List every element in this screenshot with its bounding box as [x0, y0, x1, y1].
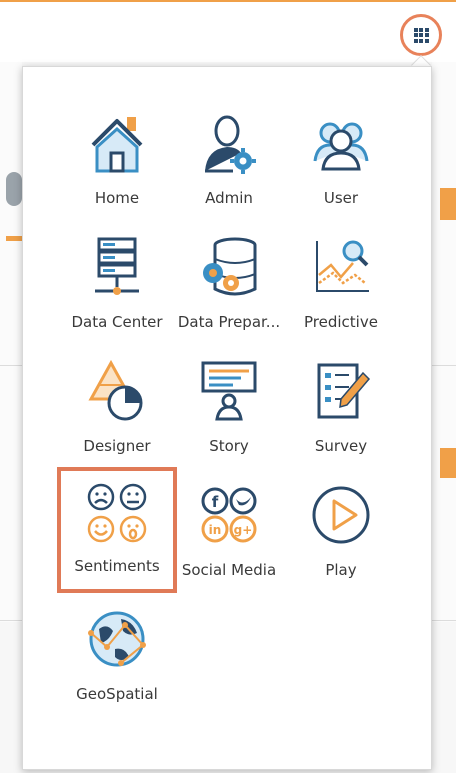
app-tile-home[interactable]: Home — [58, 105, 176, 223]
app-tile-data-preparation[interactable]: Data Prepar... — [170, 229, 288, 347]
app-label: Social Media — [181, 561, 277, 579]
app-tile-predictive[interactable]: Predictive — [282, 229, 400, 347]
app-tile-sentiments[interactable]: Sentiments — [57, 467, 177, 593]
app-label: Designer — [83, 437, 151, 455]
app-label: Data Center — [71, 313, 163, 331]
app-tile-story[interactable]: Story — [170, 353, 288, 471]
app-tile-user[interactable]: User — [282, 105, 400, 223]
social-media-icon: f in g+ — [197, 483, 261, 547]
app-label: User — [323, 189, 359, 207]
app-label: Admin — [205, 189, 253, 207]
background-orange-mark — [6, 236, 22, 241]
svg-text:in: in — [209, 523, 222, 537]
predictive-chart-icon — [309, 235, 373, 299]
play-icon — [309, 483, 373, 547]
app-label: Data Prepar... — [177, 313, 281, 331]
app-tile-data-center[interactable]: Data Center — [58, 229, 176, 347]
grid-icon — [413, 27, 429, 43]
server-icon — [85, 235, 149, 299]
app-label: Story — [209, 437, 249, 455]
app-label: Predictive — [304, 313, 378, 331]
background-avatar-shape — [6, 172, 22, 206]
story-presenter-icon — [197, 359, 261, 423]
designer-pyramid-pie-icon — [85, 359, 149, 423]
app-tile-geospatial[interactable]: GeoSpatial — [58, 601, 176, 719]
users-icon — [309, 111, 373, 175]
sentiment-faces-icon — [85, 481, 149, 545]
svg-text:g+: g+ — [234, 523, 253, 537]
top-bar — [0, 0, 456, 62]
app-label: GeoSpatial — [76, 685, 158, 703]
background-orange-mark — [440, 448, 456, 478]
apps-launcher-popup: Home Admin User Data Center Data Prepar.… — [22, 66, 432, 770]
globe-network-icon — [85, 607, 149, 671]
home-icon — [85, 111, 149, 175]
background-right-strip — [432, 62, 456, 622]
database-gears-icon — [197, 235, 261, 299]
app-label: Sentiments — [74, 557, 160, 575]
background-orange-mark — [440, 188, 456, 220]
app-label: Home — [94, 189, 140, 207]
app-tile-social-media[interactable]: f in g+ Social Media — [170, 477, 288, 595]
app-tile-survey[interactable]: Survey — [282, 353, 400, 471]
background-left-strip — [0, 62, 22, 622]
app-label: Survey — [314, 437, 368, 455]
survey-checklist-icon — [309, 359, 373, 423]
app-label: Play — [325, 561, 357, 579]
app-tile-designer[interactable]: Designer — [58, 353, 176, 471]
svg-text:f: f — [212, 493, 219, 511]
app-tile-play[interactable]: Play — [282, 477, 400, 595]
app-tile-admin[interactable]: Admin — [170, 105, 288, 223]
apps-menu-button[interactable] — [400, 14, 442, 56]
admin-gear-icon — [197, 111, 261, 175]
